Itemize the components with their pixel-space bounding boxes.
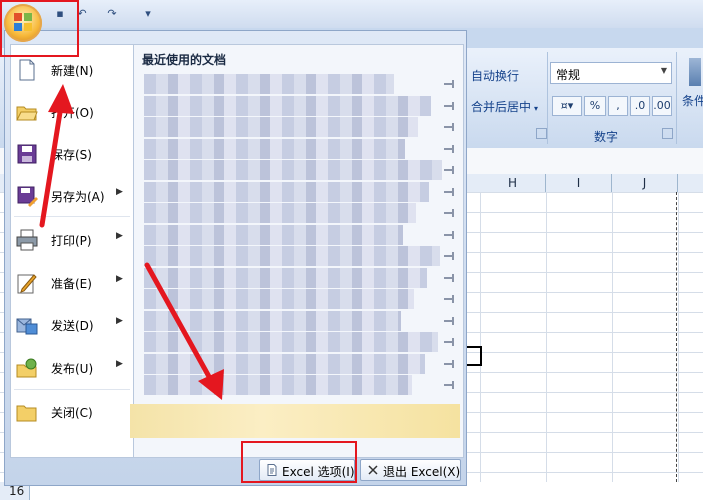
- annotation-arrow-up: [39, 84, 74, 228]
- annotation-arrow-down: [144, 262, 224, 400]
- annotation-arrows: [39, 84, 224, 400]
